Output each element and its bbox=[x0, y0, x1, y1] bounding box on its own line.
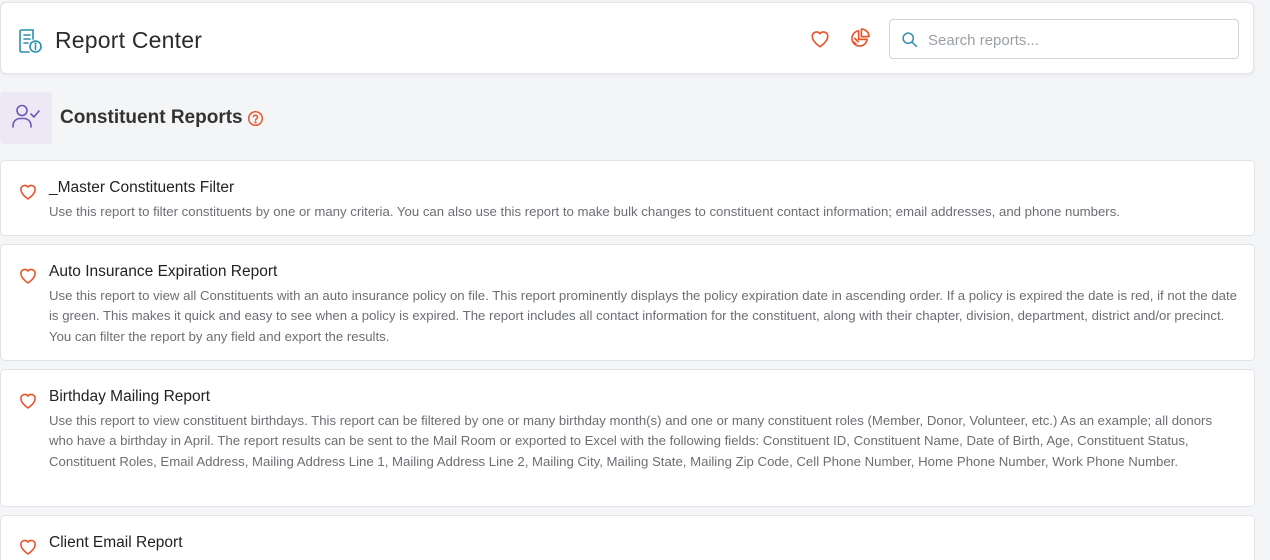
favorite-heart-icon[interactable] bbox=[18, 181, 38, 201]
search-icon bbox=[901, 31, 918, 48]
favorite-heart-icon[interactable] bbox=[18, 536, 38, 556]
heart-outline-icon bbox=[809, 28, 831, 53]
charts-button[interactable] bbox=[848, 27, 872, 54]
favorite-heart-icon[interactable] bbox=[18, 390, 38, 410]
report-title[interactable]: Client Email Report bbox=[49, 533, 183, 553]
report-card[interactable]: Client Email Report bbox=[0, 515, 1255, 560]
section-icon-box bbox=[0, 92, 52, 144]
report-title[interactable]: Auto Insurance Expiration Report bbox=[49, 262, 277, 282]
report-center-page: Report Center Search reports... Constitu… bbox=[0, 0, 1270, 560]
report-title[interactable]: _Master Constituents Filter bbox=[49, 178, 234, 198]
report-info-icon bbox=[16, 27, 44, 55]
question-circle-icon[interactable] bbox=[247, 110, 264, 127]
search-box bbox=[889, 19, 1239, 60]
search-input[interactable] bbox=[926, 20, 1230, 60]
report-description: Use this report to view constituent birt… bbox=[49, 413, 1213, 469]
section-title: Constituent Reports bbox=[60, 107, 243, 128]
header-bar: Report Center bbox=[0, 2, 1254, 74]
report-title[interactable]: Birthday Mailing Report bbox=[49, 387, 210, 407]
report-description: Use this report to filter constituents b… bbox=[49, 204, 1120, 219]
user-check-icon bbox=[11, 103, 41, 134]
favorite-heart-icon[interactable] bbox=[18, 265, 38, 285]
report-card[interactable]: _Master Constituents Filter Use this rep… bbox=[0, 160, 1255, 236]
pie-chart-icon bbox=[849, 27, 871, 54]
report-card[interactable]: Auto Insurance Expiration Report Use thi… bbox=[0, 244, 1255, 361]
report-description: Use this report to view all Constituents… bbox=[49, 288, 1238, 344]
favorites-button[interactable] bbox=[808, 28, 832, 52]
report-card[interactable]: Birthday Mailing Report Use this report … bbox=[0, 369, 1255, 507]
page-title: Report Center bbox=[55, 27, 203, 53]
